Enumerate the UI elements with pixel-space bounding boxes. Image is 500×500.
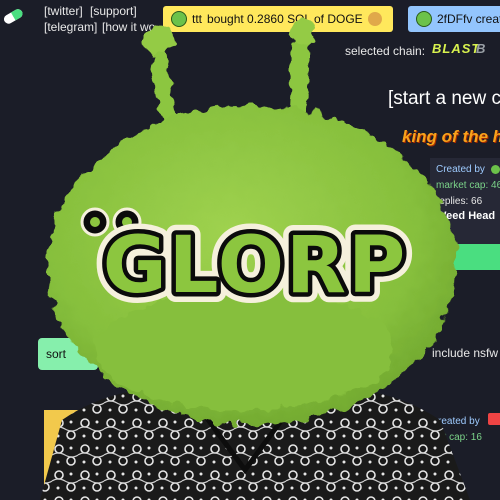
glorp-logo: GLORP GLORP GLORP [65, 200, 445, 320]
glorp-logo-art: GLORP GLORP GLORP [80, 207, 415, 320]
logo-text: GLORP [103, 221, 407, 311]
antennae-shape [143, 16, 316, 128]
